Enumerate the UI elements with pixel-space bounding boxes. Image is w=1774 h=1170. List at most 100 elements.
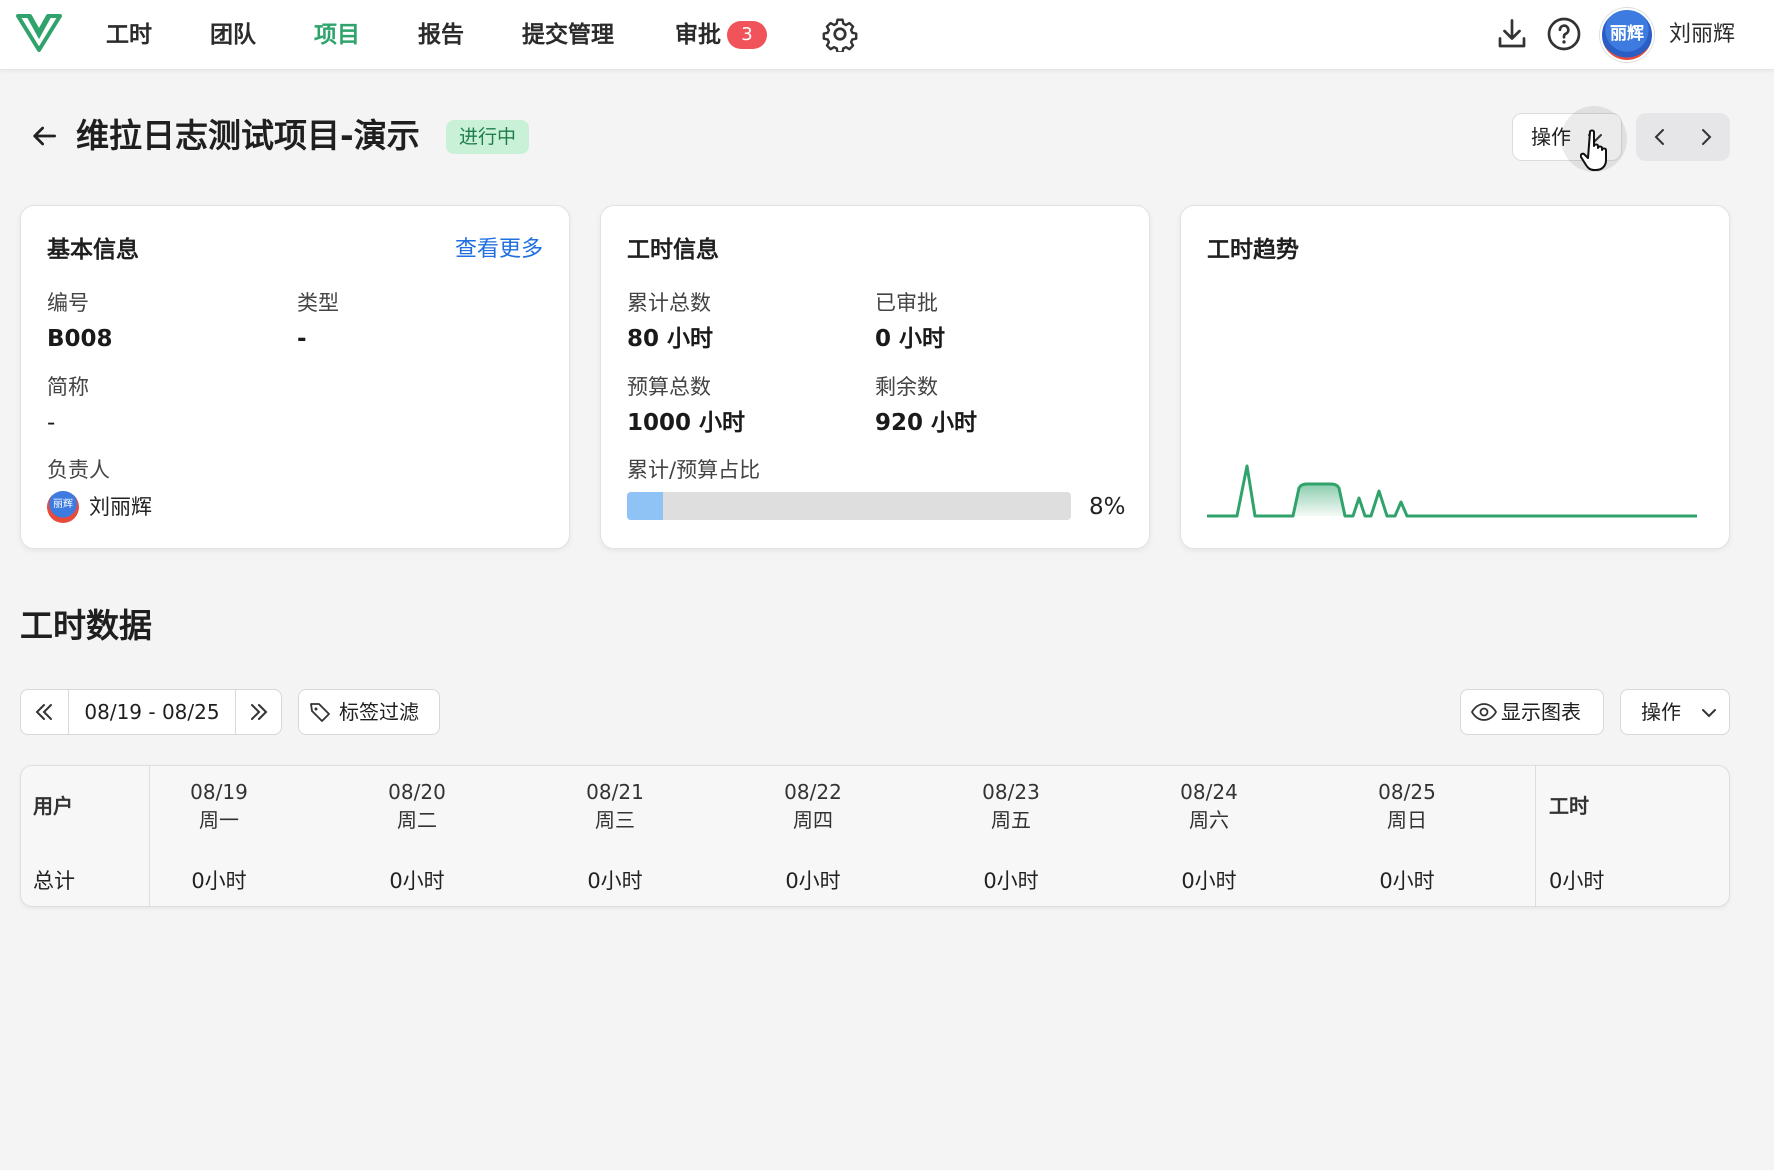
day-weekday: 周日 <box>1387 808 1427 832</box>
day-header[interactable]: 08/19 周一 <box>169 778 269 834</box>
page-title: 维拉日志测试项目-演示 <box>76 116 420 155</box>
type-value: - <box>297 326 307 352</box>
trend-line <box>1207 464 1697 518</box>
show-chart-button[interactable]: 显示图表 <box>1460 689 1604 735</box>
data-actions-dropdown[interactable]: 操作 <box>1620 689 1730 735</box>
hours-trend-card: 工时趋势 <box>1180 205 1730 549</box>
hours-info-title: 工时信息 <box>627 237 719 263</box>
day-weekday: 周六 <box>1189 808 1229 832</box>
date-range-label[interactable]: 08/19 - 08/25 <box>69 690 235 734</box>
owner-name: 刘丽辉 <box>89 495 152 519</box>
day-header[interactable]: 08/21 周三 <box>565 778 665 834</box>
remaining-value: 920 小时 <box>875 410 978 436</box>
day-total-cell: 0小时 <box>389 869 445 893</box>
next-icon[interactable] <box>1694 125 1718 149</box>
user-name[interactable]: 刘丽辉 <box>1669 18 1735 52</box>
day-total-cell: 0小时 <box>191 869 247 893</box>
day-weekday: 周五 <box>991 808 1031 832</box>
day-total-cell: 0小时 <box>983 869 1039 893</box>
next-week-button[interactable] <box>235 690 281 734</box>
code-label: 编号 <box>47 291 89 315</box>
day-header[interactable]: 08/20 周二 <box>367 778 467 834</box>
ratio-progress-fill <box>627 492 663 520</box>
previous-icon[interactable] <box>1648 125 1672 149</box>
ratio-progress-bar <box>627 492 1071 520</box>
ratio-percent: 8% <box>1089 494 1126 520</box>
user-column-header: 用户 <box>33 794 73 818</box>
gear-icon[interactable] <box>822 16 858 52</box>
basic-info-card: 基本信息 查看更多 编号 B008 类型 - 简称 - 负责人 丽辉 刘丽辉 <box>20 205 570 549</box>
day-header[interactable]: 08/24 周六 <box>1159 778 1259 834</box>
eye-icon <box>1471 703 1497 721</box>
top-navigation: 工时 团队 项目 报告 提交管理 审批 3 丽辉 刘丽辉 <box>0 0 1774 70</box>
remaining-label: 剩余数 <box>875 375 938 399</box>
hours-trend-title: 工时趋势 <box>1207 237 1299 263</box>
day-total-cell: 0小时 <box>1181 869 1237 893</box>
user-avatar[interactable]: 丽辉 <box>1600 8 1654 62</box>
type-label: 类型 <box>297 291 339 315</box>
day-date: 08/25 <box>1378 780 1436 804</box>
view-more-link[interactable]: 查看更多 <box>455 234 543 266</box>
show-chart-label: 显示图表 <box>1501 700 1581 724</box>
grand-total-cell: 0小时 <box>1549 869 1605 893</box>
basic-info-title: 基本信息 <box>47 237 139 263</box>
hours-trend-sparkline <box>1207 464 1697 518</box>
day-date: 08/22 <box>784 780 842 804</box>
budget-value: 1000 小时 <box>627 410 746 436</box>
day-weekday: 周二 <box>397 808 437 832</box>
day-date: 08/21 <box>586 780 644 804</box>
short-name-label: 简称 <box>47 375 89 399</box>
download-icon[interactable] <box>1494 16 1530 52</box>
approved-hours-value: 0 小时 <box>875 326 946 352</box>
nav-item-approval-label: 审批 <box>675 22 721 48</box>
date-range-navigator: 08/19 - 08/25 <box>20 689 282 735</box>
ratio-label: 累计/预算占比 <box>627 458 761 482</box>
hours-column-header: 工时 <box>1549 794 1589 818</box>
data-actions-label: 操作 <box>1641 700 1681 724</box>
back-arrow-icon[interactable] <box>28 120 60 152</box>
total-row-label: 总计 <box>33 869 75 893</box>
nav-item-timesheet[interactable]: 工时 <box>106 18 152 52</box>
nav-item-reports[interactable]: 报告 <box>418 18 464 52</box>
column-divider <box>149 766 150 906</box>
project-pager <box>1636 113 1730 161</box>
owner-label: 负责人 <box>47 458 110 482</box>
prev-week-button[interactable] <box>21 690 69 734</box>
section-title: 工时数据 <box>20 606 152 645</box>
actions-label: 操作 <box>1531 125 1571 149</box>
short-name-value: - <box>47 410 56 436</box>
tag-filter-label: 标签过滤 <box>339 700 419 724</box>
double-chevron-right-icon <box>251 704 268 720</box>
nav-item-submissions[interactable]: 提交管理 <box>522 18 614 52</box>
hours-info-card: 工时信息 累计总数 80 小时 已审批 0 小时 预算总数 1000 小时 剩余… <box>600 205 1150 549</box>
day-date: 08/24 <box>1180 780 1238 804</box>
owner-avatar: 丽辉 <box>47 491 79 523</box>
hours-table: 用户 08/19 周一 08/20 周二 08/21 周三 08/22 周四 0… <box>20 765 1730 907</box>
nav-item-projects[interactable]: 项目 <box>314 18 360 52</box>
day-date: 08/19 <box>190 780 248 804</box>
day-date: 08/20 <box>388 780 446 804</box>
code-value: B008 <box>47 326 113 352</box>
day-date: 08/23 <box>982 780 1040 804</box>
approved-hours-label: 已审批 <box>875 291 938 315</box>
tag-filter-button[interactable]: 标签过滤 <box>298 689 440 735</box>
day-weekday: 周四 <box>793 808 833 832</box>
day-header[interactable]: 08/22 周四 <box>763 778 863 834</box>
nav-item-approval[interactable]: 审批 3 <box>675 18 767 52</box>
nav-item-team[interactable]: 团队 <box>210 18 256 52</box>
help-icon[interactable] <box>1546 16 1582 52</box>
day-total-cell: 0小时 <box>587 869 643 893</box>
day-header[interactable]: 08/23 周五 <box>961 778 1061 834</box>
total-hours-value: 80 小时 <box>627 326 714 352</box>
approval-count-badge: 3 <box>727 21 767 49</box>
trend-area <box>1293 484 1345 516</box>
budget-label: 预算总数 <box>627 375 711 399</box>
app-logo-icon[interactable] <box>14 10 64 56</box>
hand-cursor-icon <box>1580 129 1607 171</box>
day-header[interactable]: 08/25 周日 <box>1357 778 1457 834</box>
column-divider <box>1535 766 1536 906</box>
status-badge: 进行中 <box>446 120 530 154</box>
chevron-down-icon <box>1702 709 1716 718</box>
tag-icon <box>310 703 330 722</box>
day-weekday: 周三 <box>595 808 635 832</box>
